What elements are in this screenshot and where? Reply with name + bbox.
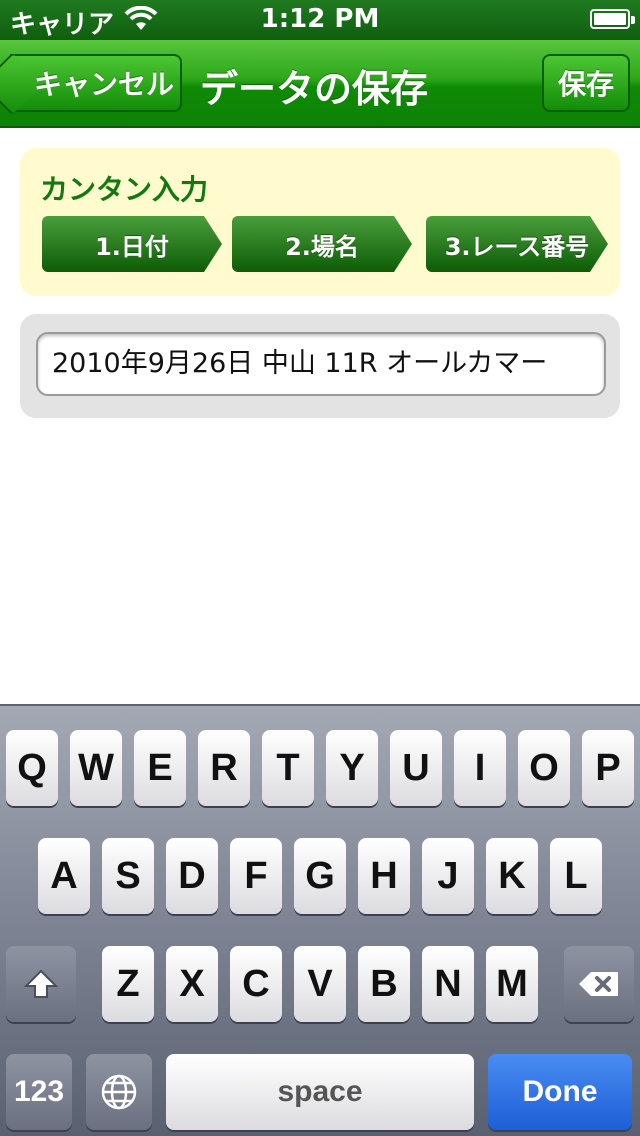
step-venue-button[interactable]: 2.場名 xyxy=(232,216,412,272)
numbers-key[interactable]: 123 xyxy=(6,1054,72,1130)
data-name-input[interactable]: 2010年9月26日 中山 11R オールカマー xyxy=(36,332,606,396)
key-h[interactable]: H xyxy=(358,838,410,914)
key-k[interactable]: K xyxy=(486,838,538,914)
cancel-button[interactable]: キャンセル xyxy=(10,54,182,112)
key-a[interactable]: A xyxy=(38,838,90,914)
key-i[interactable]: I xyxy=(454,730,506,806)
battery-icon xyxy=(590,9,635,29)
navigation-bar: キャンセル データの保存 保存 xyxy=(0,40,640,128)
quick-input-title: カンタン入力 xyxy=(40,173,209,206)
key-n[interactable]: N xyxy=(422,946,474,1022)
step-date-button[interactable]: 1.日付 xyxy=(42,216,222,272)
key-q[interactable]: Q xyxy=(6,730,58,806)
key-x[interactable]: X xyxy=(166,946,218,1022)
space-key[interactable]: space xyxy=(166,1054,474,1130)
text-field-panel: 2010年9月26日 中山 11R オールカマー xyxy=(20,314,620,418)
key-b[interactable]: B xyxy=(358,946,410,1022)
key-w[interactable]: W xyxy=(70,730,122,806)
delete-icon xyxy=(579,972,618,996)
key-t[interactable]: T xyxy=(262,730,314,806)
key-m[interactable]: M xyxy=(486,946,538,1022)
globe-key[interactable] xyxy=(86,1054,152,1130)
quick-input-panel: カンタン入力 1.日付 2.場名 3.レース番号 xyxy=(20,148,620,296)
cancel-button-label: キャンセル xyxy=(33,68,174,101)
shift-key[interactable] xyxy=(6,946,76,1022)
key-v[interactable]: V xyxy=(294,946,346,1022)
key-e[interactable]: E xyxy=(134,730,186,806)
status-time: 1:12 PM xyxy=(260,4,380,34)
status-bar: キャリア 1:12 PM xyxy=(0,0,640,40)
key-z[interactable]: Z xyxy=(102,946,154,1022)
key-f[interactable]: F xyxy=(230,838,282,914)
shift-icon xyxy=(24,969,58,998)
key-c[interactable]: C xyxy=(230,946,282,1022)
step-race-number-button[interactable]: 3.レース番号 xyxy=(426,216,608,272)
key-r[interactable]: R xyxy=(198,730,250,806)
globe-icon xyxy=(101,1074,137,1110)
key-p[interactable]: P xyxy=(582,730,634,806)
key-l[interactable]: L xyxy=(550,838,602,914)
key-o[interactable]: O xyxy=(518,730,570,806)
key-s[interactable]: S xyxy=(102,838,154,914)
key-j[interactable]: J xyxy=(422,838,474,914)
delete-key[interactable] xyxy=(564,946,634,1022)
key-g[interactable]: G xyxy=(294,838,346,914)
key-d[interactable]: D xyxy=(166,838,218,914)
done-key[interactable]: Done xyxy=(488,1054,632,1130)
save-button[interactable]: 保存 xyxy=(542,54,630,112)
keyboard: Q W E R T Y U I O P A S D F G H J K L Z … xyxy=(0,704,640,1136)
key-u[interactable]: U xyxy=(390,730,442,806)
page-title: データの保存 xyxy=(200,67,429,111)
key-y[interactable]: Y xyxy=(326,730,378,806)
